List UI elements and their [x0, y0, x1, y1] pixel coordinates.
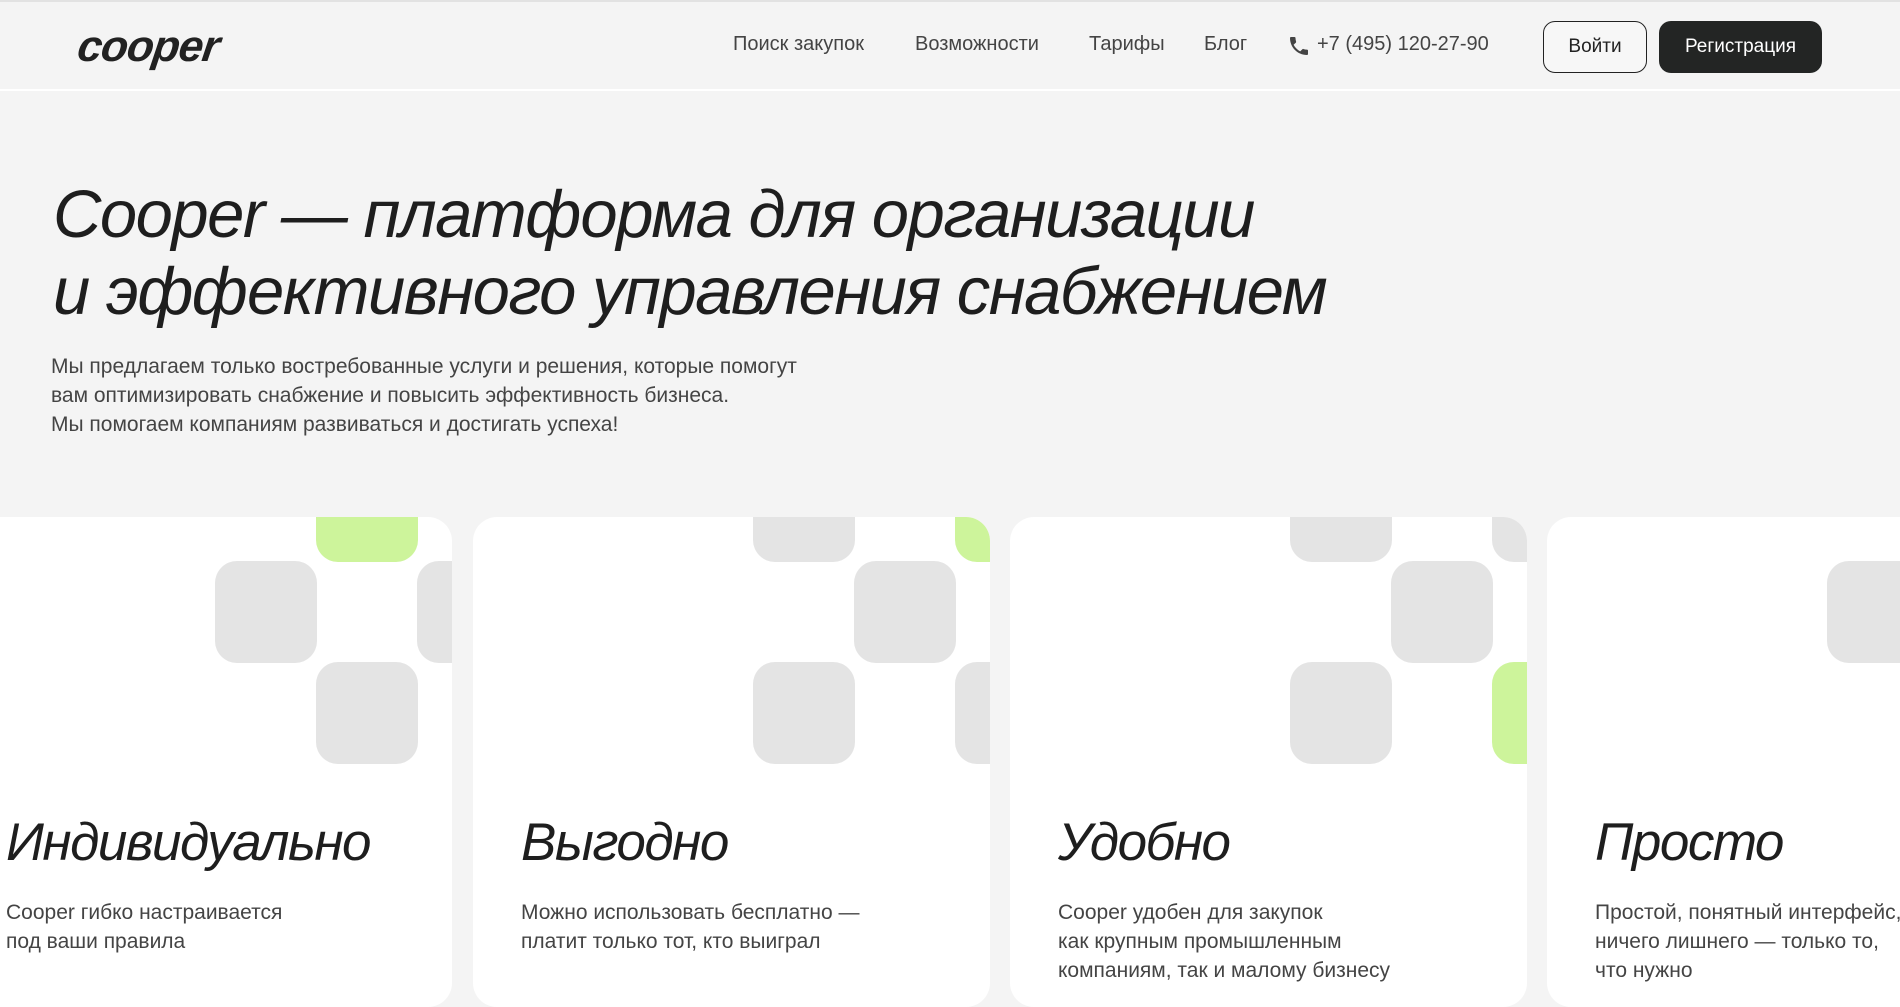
decorative-tile: [215, 561, 317, 663]
card-title: Просто: [1595, 813, 1784, 872]
card-description-line: ничего лишнего — только то,: [1595, 930, 1879, 953]
phone-number[interactable]: +7 (495) 120-27-90: [1317, 33, 1489, 56]
card-description-line: как крупным промышленным: [1058, 930, 1342, 953]
decorative-tile: [753, 517, 855, 562]
card-title: Выгодно: [521, 813, 729, 872]
decorative-tile: [1827, 561, 1900, 663]
card-description-line: под ваши правила: [6, 930, 186, 953]
header: cooper Поиск закупок Возможности Тарифы …: [0, 0, 1900, 91]
hero-title-line: и эффективного управления снабжением: [53, 254, 1328, 329]
decorative-tile: [753, 662, 855, 764]
decorative-tile: [955, 517, 990, 562]
hero-text-line: Мы предлагаем только востребованные услу…: [51, 355, 797, 378]
decorative-tile: [1492, 662, 1527, 764]
decorative-tile: [1492, 517, 1527, 562]
card-description: Можно использовать бесплатно — платит тол…: [521, 898, 860, 956]
card-description-line: Cooper гибко настраивается: [6, 901, 283, 924]
feature-card-profitable: Выгодно Можно использовать бесплатно — пла…: [473, 517, 990, 1007]
phone-icon: [1290, 37, 1308, 55]
card-description: Cooper удобен для закупок как крупным про…: [1058, 898, 1390, 985]
nav-procurement-search[interactable]: Поиск закупок: [733, 33, 864, 56]
card-description: Простой, понятный интерфейс, ничего лишне…: [1595, 898, 1900, 985]
decorative-tile: [1290, 517, 1392, 562]
card-description-line: платит только тот, кто выиграл: [521, 930, 821, 953]
decorative-tile: [316, 662, 418, 764]
logo[interactable]: cooper: [74, 22, 223, 72]
decorative-tile: [1391, 561, 1493, 663]
feature-card-convenient: Удобно Cooper удобен для закупок как крупн…: [1010, 517, 1527, 1007]
decorative-tile: [1290, 662, 1392, 764]
login-button[interactable]: Войти: [1543, 21, 1647, 73]
hero-title: Cooper — платформа для организации и эфф…: [53, 176, 1328, 330]
card-description-line: что нужно: [1595, 959, 1693, 982]
card-description: Cooper гибко настраивается под ваши прави…: [6, 898, 282, 956]
card-title: Удобно: [1058, 813, 1231, 872]
decorative-tile: [417, 561, 452, 663]
feature-card-simple: Просто Простой, понятный интерфейс, ничего…: [1547, 517, 1900, 1007]
feature-card-individual: Индивидуально Cooper гибко настраивается п…: [0, 517, 452, 1007]
card-title: Индивидуально: [6, 813, 371, 872]
card-description-line: Простой, понятный интерфейс,: [1595, 901, 1900, 924]
register-button[interactable]: Регистрация: [1659, 21, 1822, 73]
card-description-line: Cooper удобен для закупок: [1058, 901, 1323, 924]
nav-blog[interactable]: Блог: [1204, 33, 1247, 56]
hero-text-line: вам оптимизировать снабжение и повысить …: [51, 384, 730, 407]
hero-text-line: Мы помогаем компаниям развиваться и дост…: [51, 413, 619, 436]
card-description-line: компаниям, так и малому бизнесу: [1058, 959, 1391, 982]
nav-pricing[interactable]: Тарифы: [1089, 33, 1165, 56]
decorative-tile: [955, 662, 990, 764]
hero-title-line: Cooper — платформа для организации: [53, 177, 1255, 252]
decorative-tile: [316, 517, 418, 562]
nav-features[interactable]: Возможности: [915, 33, 1039, 56]
decorative-tile: [854, 561, 956, 663]
hero-description: Мы предлагаем только востребованные услу…: [51, 352, 797, 439]
card-description-line: Можно использовать бесплатно —: [521, 901, 860, 924]
